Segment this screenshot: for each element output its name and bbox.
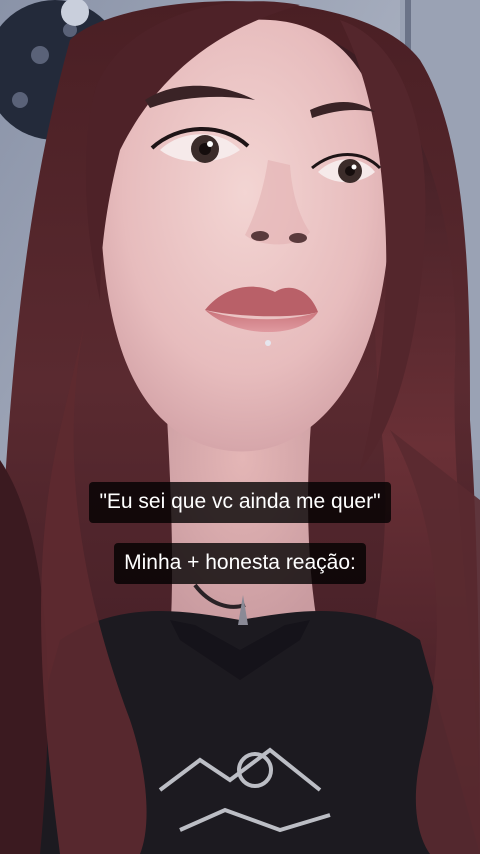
caption-quote: "Eu sei que vc ainda me quer" (89, 482, 391, 523)
caption-row-2: Minha + honesta reação: (0, 543, 480, 584)
caption-row-1: "Eu sei que vc ainda me quer" (0, 482, 480, 523)
portrait-photo (0, 0, 480, 854)
video-frame: "Eu sei que vc ainda me quer" Minha + ho… (0, 0, 480, 854)
caption-reaction: Minha + honesta reação: (114, 543, 366, 584)
